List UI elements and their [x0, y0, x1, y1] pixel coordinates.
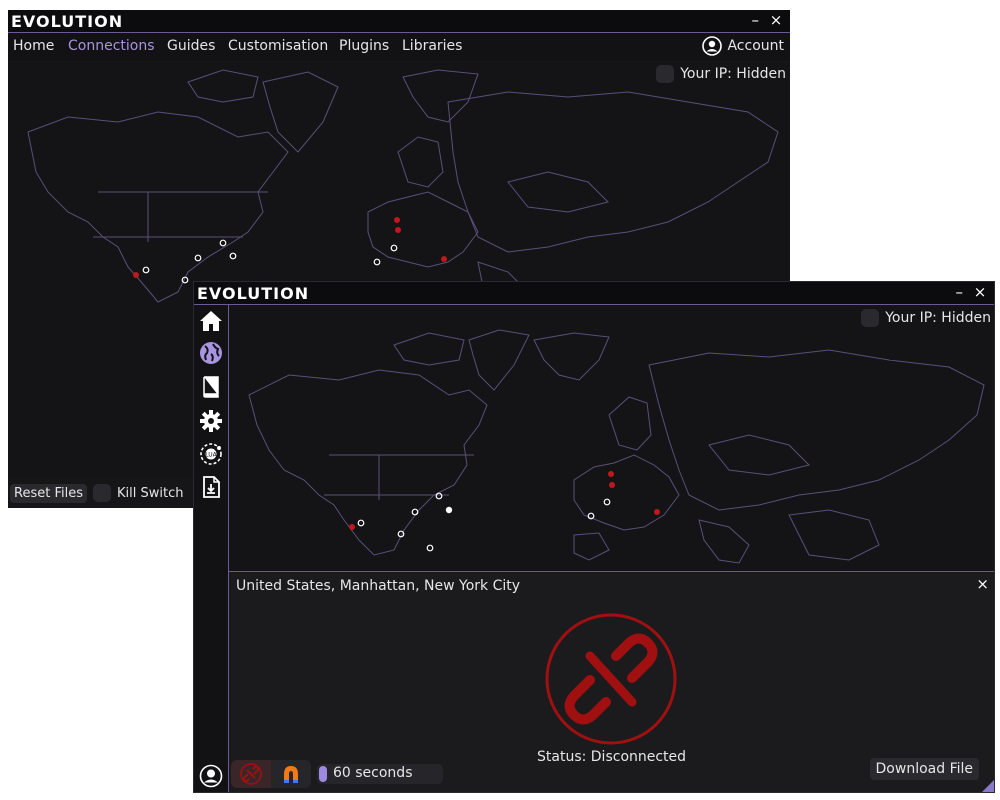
server-marker[interactable] — [587, 512, 595, 520]
window-controls: – × — [951, 283, 988, 301]
account-label: Account — [727, 38, 784, 54]
top-nav: Home Connections Guides Customisation Pl… — [8, 33, 790, 61]
server-marker[interactable] — [441, 256, 447, 262]
server-detail-panel: United States, Manhattan, New York City … — [229, 571, 994, 792]
ip-toggle-switch[interactable] — [656, 65, 675, 83]
server-marker[interactable] — [435, 492, 443, 500]
sidebar: LUA — [194, 305, 229, 792]
server-marker[interactable] — [603, 498, 611, 506]
nav-libraries[interactable]: Libraries — [402, 38, 462, 54]
nav-guides[interactable]: Guides — [167, 38, 215, 54]
protocol-option[interactable] — [271, 760, 311, 788]
server-marker[interactable] — [133, 272, 139, 278]
front-window: EVOLUTION – × LUA Your IP: Hidden United… — [193, 281, 995, 793]
server-location: United States, Manhattan, New York City — [236, 578, 521, 594]
user-icon — [702, 36, 723, 56]
home-icon[interactable] — [199, 309, 223, 333]
server-markers — [349, 471, 660, 552]
ip-toggle-switch[interactable] — [861, 309, 880, 327]
server-marker[interactable] — [373, 258, 381, 266]
ip-label: Your IP: Hidden — [885, 310, 991, 326]
server-marker[interactable] — [654, 509, 660, 515]
server-marker[interactable] — [609, 482, 615, 488]
server-marker[interactable] — [426, 544, 434, 552]
selected-server-marker[interactable] — [445, 506, 453, 514]
server-marker[interactable] — [411, 508, 419, 516]
disconnect-button[interactable] — [544, 612, 678, 746]
server-marker[interactable] — [397, 530, 405, 538]
server-marker[interactable] — [142, 266, 150, 274]
disconnect-small-icon — [240, 763, 262, 785]
nav-plugins[interactable]: Plugins — [339, 38, 389, 54]
globe-icon[interactable] — [199, 341, 223, 365]
slider-handle[interactable] — [319, 766, 327, 782]
server-marker[interactable] — [357, 519, 365, 527]
server-marker[interactable] — [394, 217, 400, 223]
svg-text:LUA: LUA — [205, 452, 217, 459]
nav-customisation[interactable]: Customisation — [228, 38, 328, 54]
account-icon[interactable] — [199, 764, 223, 788]
kill-switch-toggle[interactable] — [92, 484, 111, 502]
close-button[interactable]: × — [768, 11, 784, 29]
bottom-controls: Reset Files Kill Switch — [8, 478, 200, 508]
server-marker[interactable] — [194, 254, 202, 262]
close-panel-button[interactable]: × — [976, 575, 989, 593]
title-bar[interactable]: EVOLUTION – × — [8, 10, 790, 33]
window-controls: – × — [747, 11, 784, 29]
magnet-icon — [284, 766, 298, 783]
ip-visibility-toggle[interactable]: Your IP: Hidden — [656, 65, 786, 83]
close-button[interactable]: × — [972, 283, 988, 301]
server-marker[interactable] — [219, 239, 227, 247]
duration-label: 60 seconds — [333, 765, 413, 781]
duration-slider[interactable]: 60 seconds — [317, 764, 443, 784]
app-logo: EVOLUTION — [11, 12, 124, 31]
download-file-button[interactable]: Download File — [869, 758, 979, 780]
gear-icon[interactable] — [199, 409, 223, 433]
ip-visibility-toggle[interactable]: Your IP: Hidden — [861, 309, 991, 327]
reset-files-button[interactable]: Reset Files — [10, 483, 87, 503]
title-bar[interactable]: EVOLUTION – × — [194, 282, 994, 305]
minimize-button[interactable]: – — [951, 283, 967, 301]
app-logo: EVOLUTION — [197, 284, 310, 303]
connection-status: Status: Disconnected — [537, 749, 687, 765]
minimize-button[interactable]: – — [747, 11, 763, 29]
protocol-option-active[interactable] — [231, 760, 271, 788]
bottom-bar: 60 seconds — [231, 760, 443, 788]
server-marker[interactable] — [390, 244, 398, 252]
server-marker[interactable] — [395, 227, 401, 233]
file-download-icon[interactable] — [199, 475, 223, 499]
server-marker[interactable] — [181, 276, 189, 284]
server-marker[interactable] — [349, 524, 355, 530]
book-icon[interactable] — [199, 375, 223, 399]
kill-switch-label: Kill Switch — [116, 485, 184, 501]
world-map[interactable]: Your IP: Hidden — [229, 305, 994, 571]
server-marker[interactable] — [229, 252, 237, 260]
plugin-icon[interactable]: LUA — [199, 442, 223, 466]
server-marker[interactable] — [608, 471, 614, 477]
resize-grip[interactable] — [982, 780, 994, 792]
nav-connections[interactable]: Connections — [68, 38, 155, 54]
nav-home[interactable]: Home — [13, 38, 54, 54]
account-button[interactable]: Account — [702, 36, 784, 56]
ip-label: Your IP: Hidden — [680, 66, 786, 82]
